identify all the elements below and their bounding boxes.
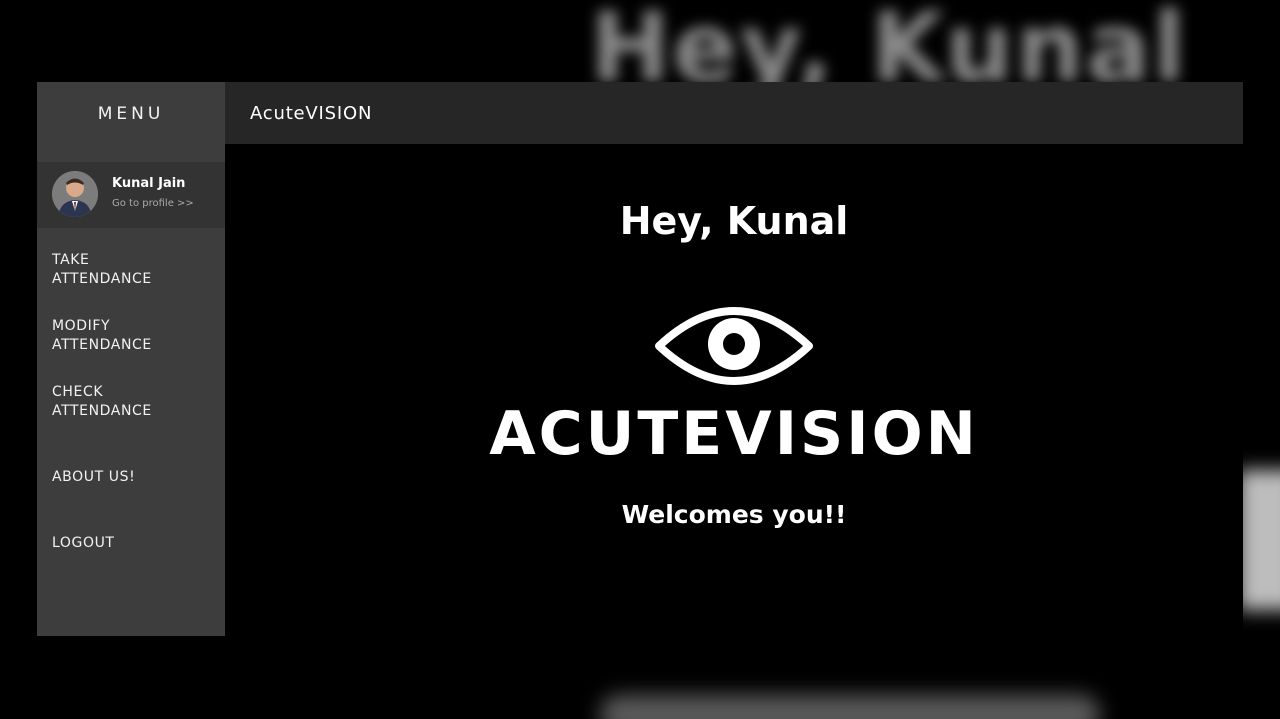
app-brand[interactable]: AcuteVISION [250,82,372,146]
profile-name: Kunal Jain [112,176,186,191]
background-blur-shape [600,695,1100,719]
sidebar-item-modify-attendance[interactable]: MODIFY ATTENDANCE [52,317,217,355]
avatar[interactable] [52,171,98,217]
sidebar-item-label: ATTENDANCE [52,271,152,287]
logo-wordmark: ACUTEVISION [489,399,979,469]
eye-icon [655,307,813,385]
sidebar-item-label: ATTENDANCE [52,403,152,419]
top-bar: AcuteVISION [225,82,1243,144]
sidebar-item-logout[interactable]: LOGOUT [52,534,217,553]
sidebar-item-label: CHECK [52,384,104,400]
sidebar-item-label: ATTENDANCE [52,337,152,353]
app-window: MENU Kunal Jain Go to profile >> TAKE AT… [37,82,1243,636]
sidebar: MENU Kunal Jain Go to profile >> TAKE AT… [37,82,225,636]
profile-card[interactable]: Kunal Jain Go to profile >> [37,162,225,228]
greeting-heading: Hey, Kunal [619,199,849,243]
background-blur-shape [1238,470,1280,610]
main-content: Hey, Kunal ACUTEVISION Welcomes you!! [225,144,1243,636]
sidebar-item-label: ABOUT US! [52,469,136,485]
menu-title: MENU [97,104,165,124]
sidebar-item-label: MODIFY [52,318,111,334]
sidebar-item-check-attendance[interactable]: CHECK ATTENDANCE [52,383,217,421]
sidebar-item-about-us[interactable]: ABOUT US! [52,468,217,487]
sidebar-item-take-attendance[interactable]: TAKE ATTENDANCE [52,251,217,289]
go-to-profile-link[interactable]: Go to profile >> [112,198,194,209]
sidebar-item-label: LOGOUT [52,535,115,551]
welcome-tagline: Welcomes you!! [621,500,847,529]
sidebar-item-label: TAKE [52,252,90,268]
person-icon [52,171,98,217]
